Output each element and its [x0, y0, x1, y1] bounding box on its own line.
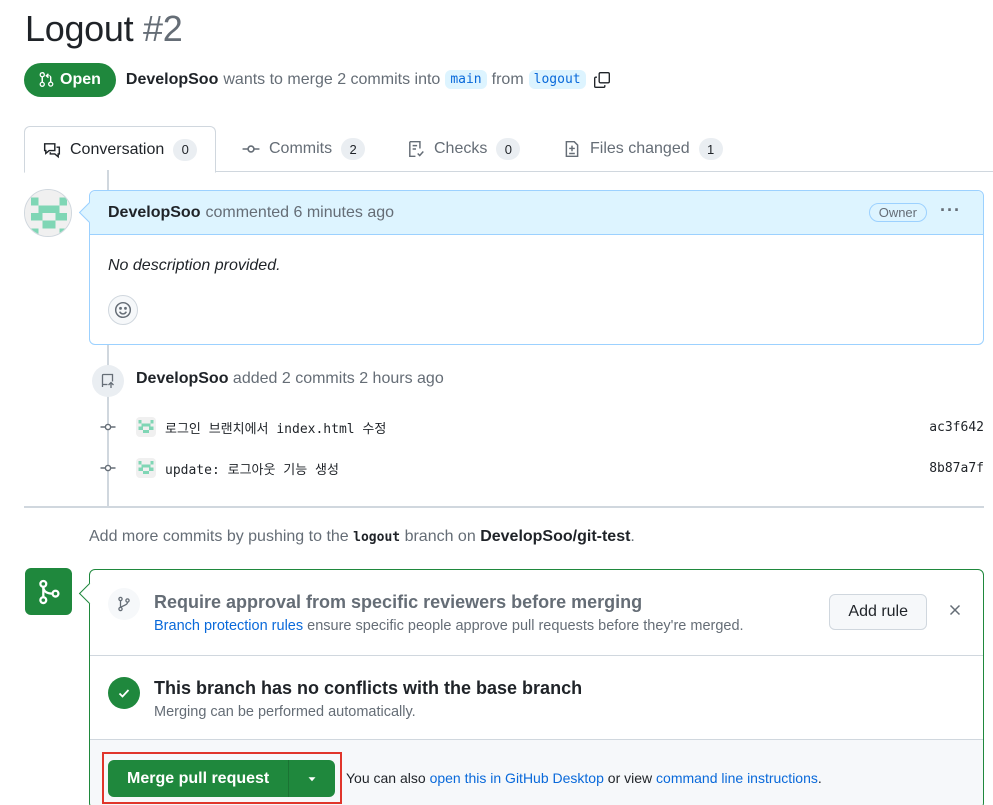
protection-description: Branch protection rules ensure specific … — [154, 618, 744, 634]
list-item: 로그인 브랜치에서 index.html 수정 ac3f642 — [98, 416, 984, 438]
commits-event-text: DevelopSoo added 2 commits 2 hours ago — [136, 370, 444, 388]
merge-pull-request-button[interactable]: Merge pull request — [108, 760, 290, 797]
event-meta: added 2 commits 2 hours ago — [232, 370, 444, 387]
head-branch[interactable]: logout — [528, 70, 586, 89]
github-desktop-link[interactable]: open this in GitHub Desktop — [430, 770, 604, 786]
file-diff-icon — [565, 140, 579, 158]
close-icon[interactable] — [947, 602, 963, 618]
tab-counter: 1 — [698, 138, 723, 160]
tab-files-changed[interactable]: Files changed 1 — [563, 126, 723, 172]
commit-sha-link[interactable]: ac3f642 — [929, 420, 984, 435]
add-rule-button[interactable]: Add rule — [829, 594, 927, 630]
pr-number: #2 — [143, 8, 183, 49]
hint-middle: branch on — [404, 528, 476, 545]
kebab-horizontal-icon[interactable]: ··· — [940, 200, 961, 221]
branch-protection-notice: Require approval from specific reviewers… — [90, 570, 983, 656]
tab-conversation[interactable]: Conversation 0 — [24, 126, 217, 173]
merge-box: Require approval from specific reviewers… — [89, 569, 984, 805]
merge-button-group: Merge pull request — [108, 760, 336, 797]
timeline-divider — [24, 506, 984, 508]
merge-status: This branch has no conflicts with the ba… — [90, 656, 983, 740]
tab-label: Files changed — [590, 140, 690, 157]
git-branch-icon — [108, 588, 140, 620]
merge-alternatives: You can also open this in GitHub Desktop… — [346, 770, 822, 786]
tab-label: Conversation — [70, 140, 165, 158]
pr-title-text: Logout — [25, 8, 134, 49]
no-conflicts-title: This branch has no conflicts with the ba… — [154, 678, 583, 698]
triangle-down-icon — [308, 776, 316, 781]
hint-branch: logout — [353, 530, 401, 545]
avatar[interactable] — [136, 458, 156, 478]
pr-status-row: Open DevelopSoo wants to merge 2 commits… — [24, 62, 611, 97]
add-reaction-button[interactable] — [108, 295, 138, 325]
tab-counter: 0 — [173, 138, 198, 161]
push-hint: Add more commits by pushing to the logou… — [89, 528, 635, 546]
pr-meta: DevelopSoo wants to merge 2 commits into… — [126, 70, 611, 89]
tab-counter: 2 — [341, 138, 366, 160]
git-commit-icon — [98, 460, 118, 476]
pull-request-icon — [39, 72, 54, 87]
pr-tabs: Conversation 0 Commits 2 Checks 0 Files … — [24, 126, 993, 173]
merge-options-dropdown[interactable] — [289, 760, 336, 797]
avatar[interactable] — [136, 417, 156, 437]
also-mid: or view — [607, 770, 653, 786]
merge-text-1: wants to merge 2 commits into — [223, 70, 441, 88]
comment-header: DevelopSoo commented 6 minutes ago Owner… — [90, 191, 983, 235]
commit-message-link[interactable]: update: 로그아웃 기능 생성 — [165, 459, 339, 478]
git-commit-icon — [98, 419, 118, 435]
tab-checks[interactable]: Checks 0 — [407, 126, 521, 172]
hint-suffix: . — [630, 528, 635, 545]
commit-sha-link[interactable]: 8b87a7f — [929, 461, 984, 476]
pr-title: Logout #2 — [25, 8, 183, 50]
base-branch[interactable]: main — [445, 70, 487, 89]
also-prefix: You can also — [346, 770, 426, 786]
timeline-line-top — [107, 170, 109, 190]
comment-body: No description provided. — [108, 257, 281, 274]
tab-counter: 0 — [496, 138, 521, 160]
also-suffix: . — [817, 770, 822, 786]
tab-label: Checks — [434, 140, 488, 157]
comment-meta[interactable]: commented 6 minutes ago — [205, 204, 394, 222]
comment-icon — [43, 142, 61, 158]
avatar[interactable] — [24, 189, 72, 237]
merge-actions: Merge pull request You can also open thi… — [90, 740, 983, 805]
copy-icon[interactable] — [593, 71, 611, 89]
tab-label: Commits — [269, 140, 333, 157]
pr-author-link[interactable]: DevelopSoo — [126, 71, 218, 89]
checklist-icon — [409, 140, 424, 158]
hint-prefix: Add more commits by pushing to the — [89, 528, 349, 545]
smiley-icon — [114, 301, 132, 319]
repo-push-icon — [92, 365, 124, 397]
owner-badge: Owner — [868, 203, 927, 222]
list-item: update: 로그아웃 기능 생성 8b87a7f — [98, 457, 984, 479]
branch-protection-rules-link[interactable]: Branch protection rules — [154, 618, 303, 634]
commit-message-link[interactable]: 로그인 브랜치에서 index.html 수정 — [165, 418, 386, 437]
check-icon — [108, 677, 140, 709]
comment-box: DevelopSoo commented 6 minutes ago Owner… — [89, 190, 984, 345]
status-label: Open — [60, 70, 101, 88]
no-conflicts-subtitle: Merging can be performed automatically. — [154, 704, 416, 720]
merge-text-2: from — [491, 70, 524, 88]
git-merge-icon — [25, 568, 72, 615]
protection-text: ensure specific people approve pull requ… — [307, 618, 744, 634]
comment-author[interactable]: DevelopSoo — [108, 204, 200, 222]
commit-icon — [242, 145, 260, 153]
tab-commits[interactable]: Commits 2 — [242, 126, 366, 172]
protection-title: Require approval from specific reviewers… — [154, 592, 643, 612]
command-line-instructions-link[interactable]: command line instructions — [656, 770, 818, 786]
event-author[interactable]: DevelopSoo — [136, 370, 228, 387]
status-badge: Open — [24, 62, 116, 97]
hint-repo: DevelopSoo/git-test — [480, 528, 631, 545]
